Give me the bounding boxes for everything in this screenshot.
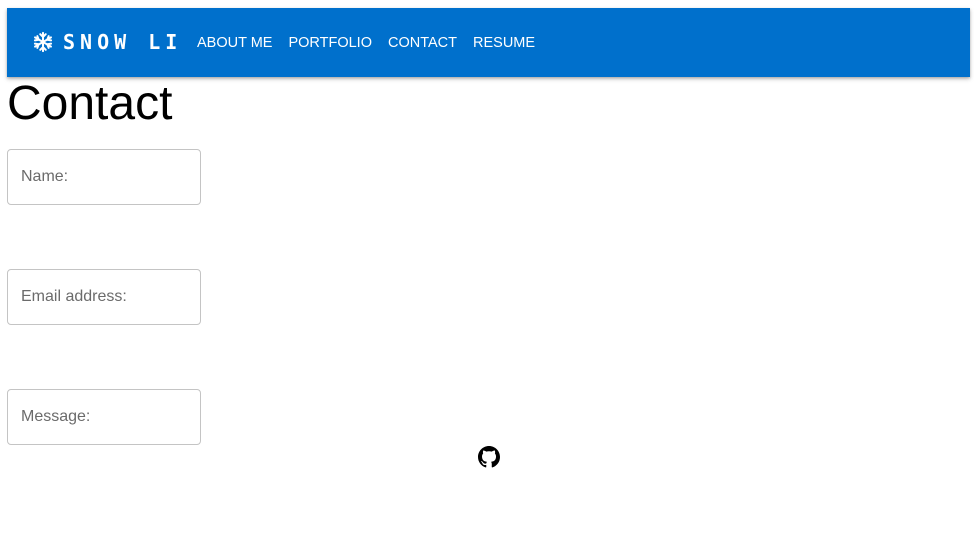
email-input[interactable]: [8, 270, 200, 324]
main-nav: ABOUT ME PORTFOLIO CONTACT RESUME: [197, 8, 551, 77]
email-field-container: [7, 269, 201, 325]
name-input[interactable]: [8, 150, 200, 204]
message-field-container: [7, 389, 201, 445]
nav-link-portfolio[interactable]: PORTFOLIO: [288, 35, 372, 51]
brand-link[interactable]: SNOW LI: [32, 29, 182, 55]
name-field-container: [7, 149, 201, 205]
page-title: Contact: [7, 77, 173, 130]
nav-link-resume[interactable]: RESUME: [473, 35, 535, 51]
snowflake-icon: [32, 31, 54, 53]
app-bar: SNOW LI ABOUT ME PORTFOLIO CONTACT RESUM…: [7, 8, 970, 77]
nav-link-contact[interactable]: CONTACT: [388, 35, 457, 51]
page: SNOW LI ABOUT ME PORTFOLIO CONTACT RESUM…: [0, 0, 974, 553]
nav-link-about-me[interactable]: ABOUT ME: [197, 35, 272, 51]
github-icon: [478, 446, 500, 468]
brand-name: SNOW LI: [63, 30, 183, 54]
github-link[interactable]: [478, 446, 500, 468]
message-input[interactable]: [8, 390, 200, 444]
